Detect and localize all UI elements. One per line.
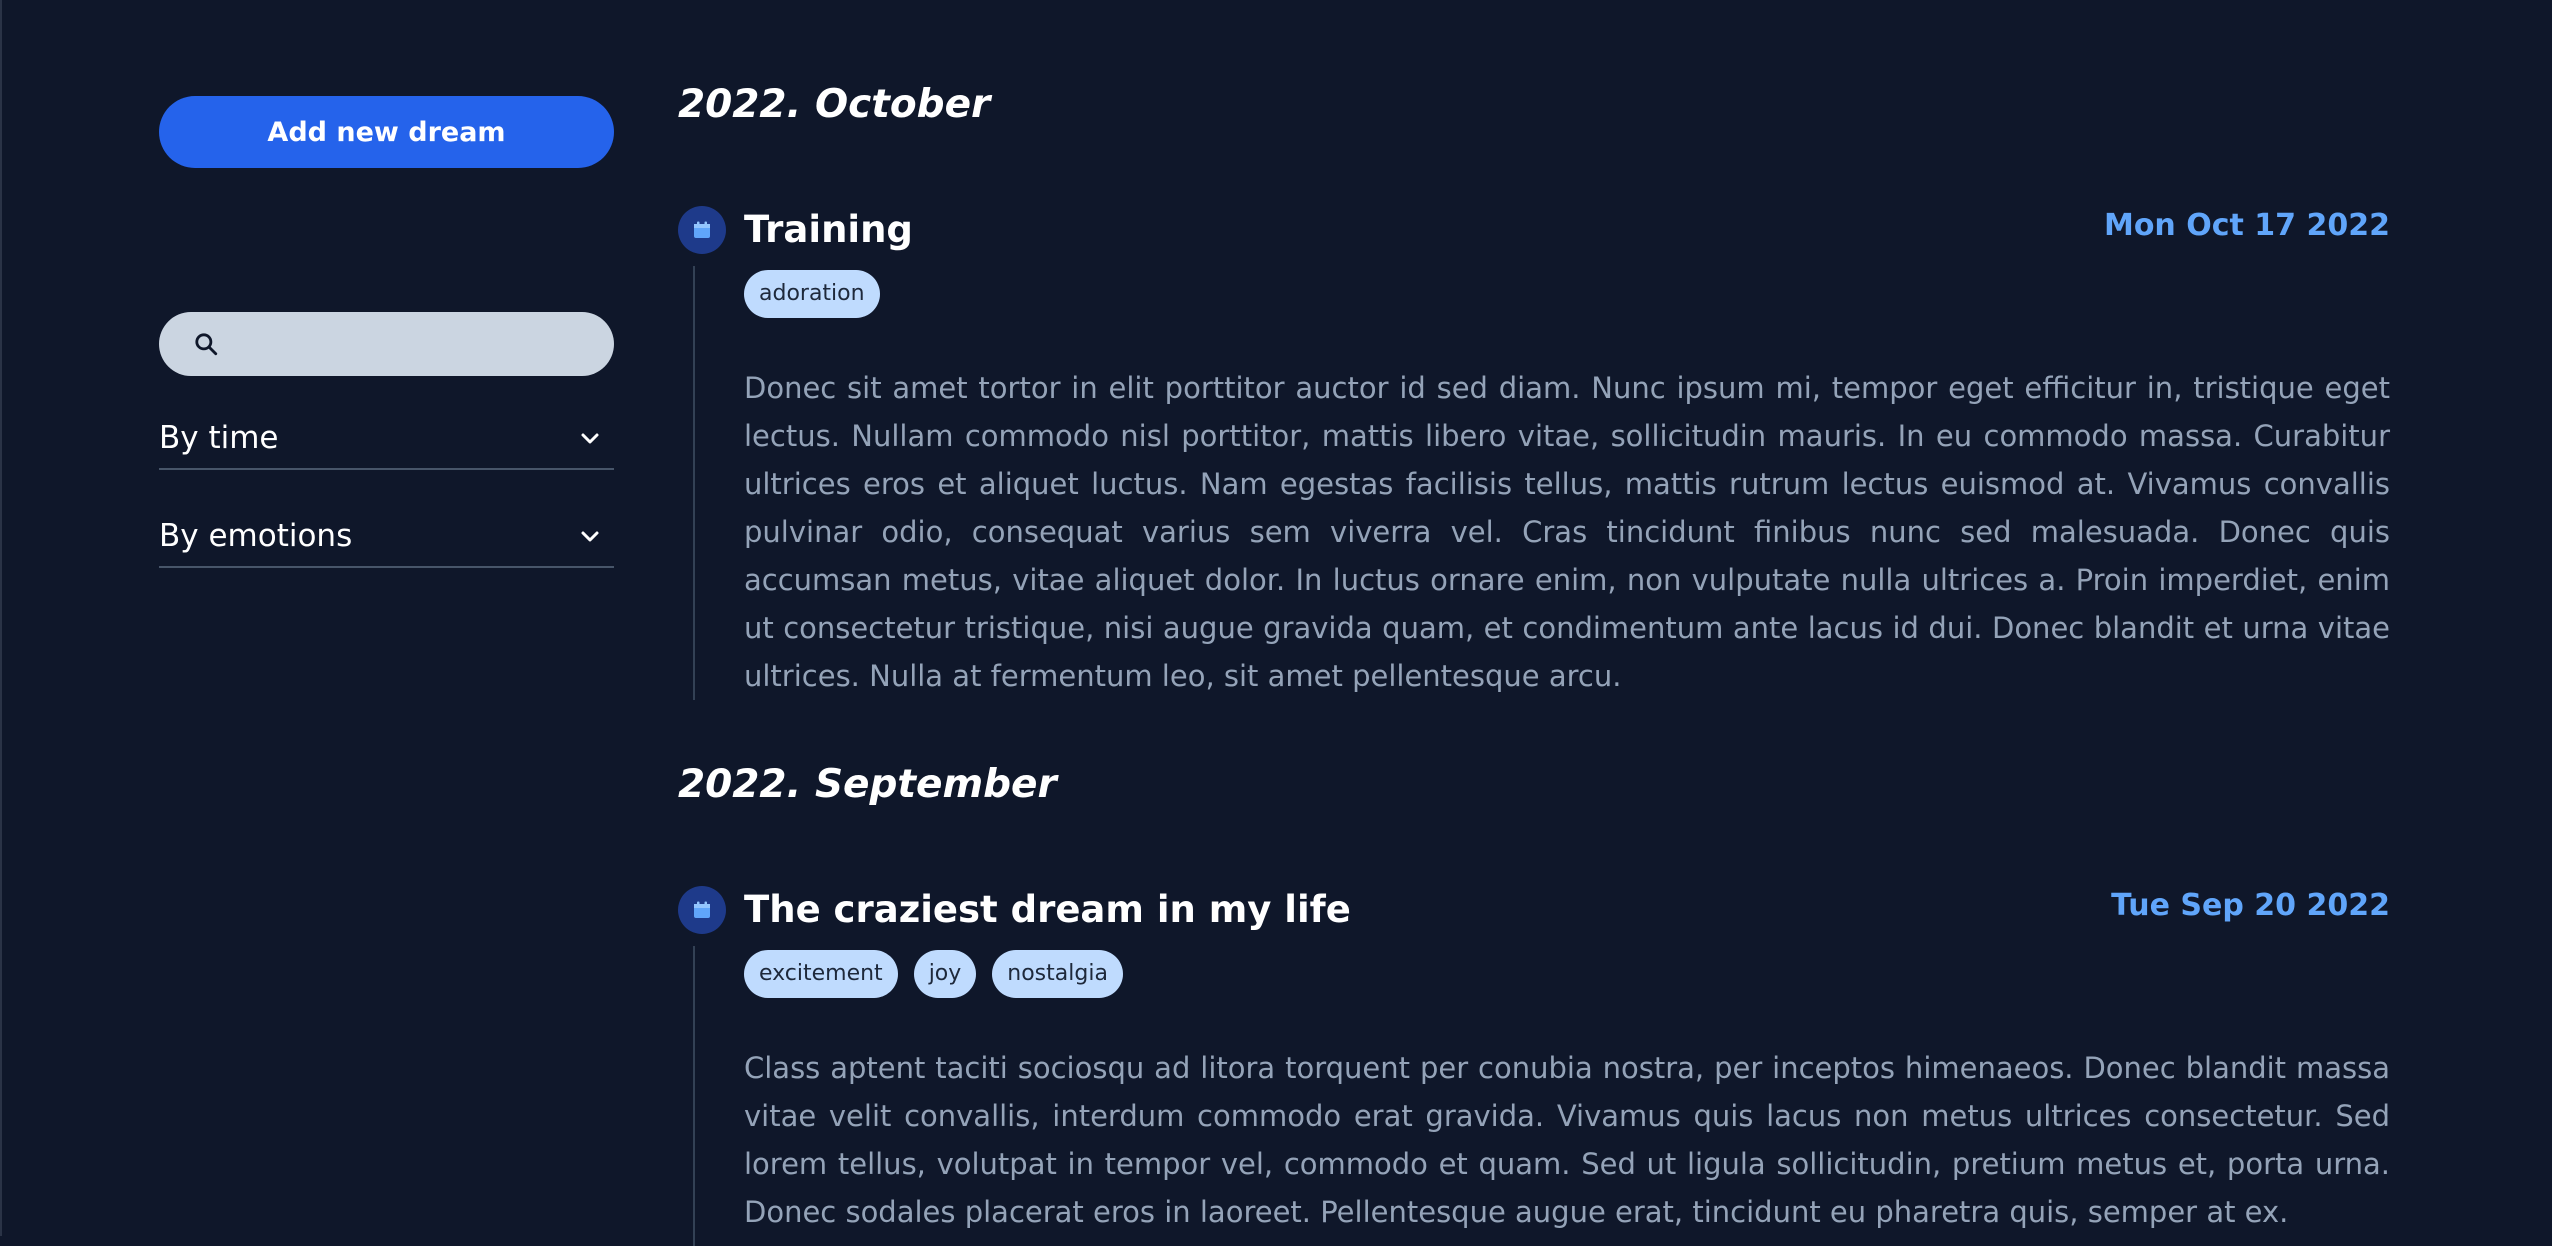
dream-title[interactable]: The craziest dream in my life xyxy=(744,886,1351,934)
sidebar: Add new dream By time By emotions xyxy=(159,96,614,568)
dream-description: Donec sit amet tortor in elit porttitor … xyxy=(744,371,2390,693)
add-new-dream-button[interactable]: Add new dream xyxy=(159,96,614,168)
chevron-down-icon xyxy=(578,524,602,548)
timeline-line xyxy=(693,266,695,700)
filter-label: By emotions xyxy=(159,518,353,554)
chevron-down-icon xyxy=(578,426,602,450)
filter-by-time[interactable]: By time xyxy=(159,408,614,470)
emotion-tag[interactable]: excitement xyxy=(744,950,898,998)
month-heading: 2022. October xyxy=(678,82,991,127)
dream-title[interactable]: Training xyxy=(744,206,913,254)
emotion-tags: excitement joy nostalgia xyxy=(744,950,1123,998)
calendar-icon xyxy=(678,206,726,254)
search-bar[interactable] xyxy=(159,312,614,376)
timeline-line xyxy=(693,946,695,1246)
calendar-icon xyxy=(678,886,726,934)
search-icon xyxy=(193,331,219,357)
app-window: Add new dream By time By emotions 2022. … xyxy=(0,0,2550,1246)
emotion-tags: adoration xyxy=(744,270,880,318)
dream-date: Mon Oct 17 2022 xyxy=(2103,208,2390,243)
dream-description: Class aptent taciti sociosqu ad litora t… xyxy=(744,1051,2390,1229)
emotion-tag[interactable]: joy xyxy=(913,950,977,998)
filter-by-emotions[interactable]: By emotions xyxy=(159,506,614,568)
emotion-tag[interactable]: adoration xyxy=(744,270,880,318)
search-input[interactable] xyxy=(235,323,599,365)
dream-date: Tue Sep 20 2022 xyxy=(2111,888,2390,923)
emotion-tag[interactable]: nostalgia xyxy=(992,950,1123,998)
filter-label: By time xyxy=(159,420,279,456)
month-heading: 2022. September xyxy=(678,762,1057,807)
